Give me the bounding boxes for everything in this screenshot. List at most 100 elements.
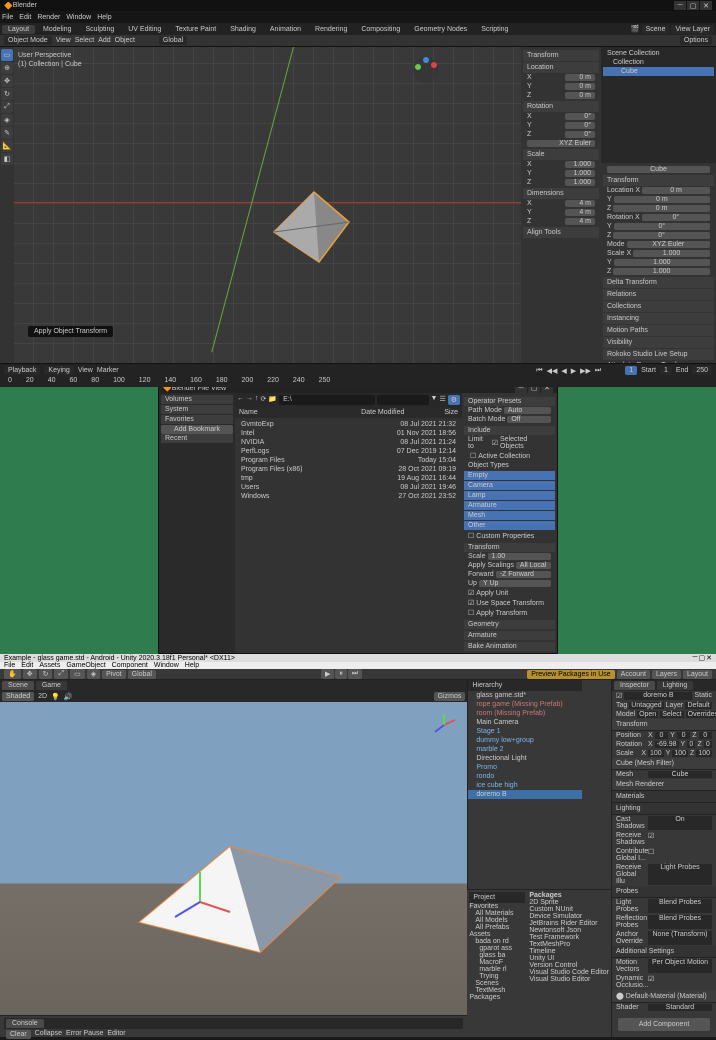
nav-gizmo[interactable] <box>411 55 441 85</box>
col-date[interactable]: Date Modified <box>361 409 404 416</box>
next-key-icon[interactable]: ▶▶ <box>580 367 591 375</box>
props-delta[interactable]: Delta Transform <box>603 277 714 288</box>
proj-folder[interactable]: glass ba <box>469 952 525 959</box>
pkg-item[interactable]: JetBrains Rider Editor <box>529 920 609 927</box>
pkg-item[interactable]: TextMeshPro <box>529 941 609 948</box>
tag-val[interactable]: Untagged <box>629 702 663 709</box>
hier-item[interactable]: marble 2 <box>468 745 582 754</box>
u-file[interactable]: File <box>4 662 15 669</box>
tl-view[interactable]: View <box>78 367 93 374</box>
insp-meshfilter[interactable]: Cube (Mesh Filter) <box>612 758 716 770</box>
u-component[interactable]: Component <box>112 662 148 669</box>
audio-icon[interactable]: 🔊 <box>64 693 73 701</box>
props-motion[interactable]: Motion Paths <box>603 325 714 336</box>
tab-animation[interactable]: Animation <box>264 25 307 34</box>
header-object[interactable]: Object <box>115 37 135 44</box>
pkg-item[interactable]: 2D Sprite <box>529 899 609 906</box>
props-visibility[interactable]: Visibility <box>603 337 714 348</box>
rot-y-value[interactable]: 0° <box>565 122 595 129</box>
menu-help[interactable]: Help <box>97 14 111 21</box>
step-icon[interactable]: ⏭ <box>348 669 362 679</box>
tl-start-val[interactable]: 1 <box>660 366 672 375</box>
rp-val[interactable]: Blend Probes <box>648 915 712 929</box>
hier-item[interactable]: room (Missing Prefab) <box>468 709 582 718</box>
forward-val[interactable]: -Z Forward <box>496 571 551 578</box>
file-row[interactable]: GvmtoExp08 Jul 2021 21:32 <box>237 420 460 429</box>
props-rokoko[interactable]: Rokoko Studio Live Setup <box>603 349 714 360</box>
tab-modeling[interactable]: Modeling <box>37 25 77 34</box>
usespace-check[interactable]: ☑ <box>468 599 474 607</box>
cursor-tool-icon[interactable]: ⊕ <box>1 62 13 74</box>
nav-refresh-icon[interactable]: ⟳ <box>261 395 267 405</box>
shader-val[interactable]: Standard <box>648 1004 712 1011</box>
col-size[interactable]: Size <box>444 409 458 416</box>
custom-check[interactable]: ☐ <box>468 532 474 540</box>
fb-favorites[interactable]: Favorites <box>161 415 233 424</box>
type-camera[interactable]: Camera <box>464 481 555 490</box>
pkg-item[interactable]: Timeline <box>529 948 609 955</box>
maximize-button[interactable]: ▢ <box>687 1 699 10</box>
do-check[interactable]: ☑ <box>648 975 654 989</box>
scale-y-value[interactable]: 1.000 <box>565 170 595 177</box>
aligntools-header[interactable]: Align Tools <box>523 227 599 238</box>
nav-newfolder-icon[interactable]: 📁 <box>268 395 277 405</box>
u-min[interactable]: ─ <box>693 654 698 662</box>
activecoll-check[interactable]: ☐ <box>470 452 476 460</box>
props-instancing[interactable]: Instancing <box>603 313 714 324</box>
transform-tool-icon[interactable]: ◈ <box>87 669 100 679</box>
proj-favorites[interactable]: Favorites <box>469 903 525 910</box>
type-other[interactable]: Other <box>464 521 555 530</box>
menu-render[interactable]: Render <box>37 14 60 21</box>
rect-tool-icon[interactable]: ▭ <box>70 669 85 679</box>
proj-allmod[interactable]: All Models <box>469 917 525 924</box>
p-scalex[interactable]: 1.000 <box>633 250 710 257</box>
tab-texture[interactable]: Texture Paint <box>169 25 222 34</box>
close-button[interactable]: ✕ <box>700 1 712 10</box>
tab-inspector[interactable]: Inspector <box>614 681 655 690</box>
hier-item[interactable]: dummy low+group <box>468 736 582 745</box>
fb-volumes[interactable]: Volumes <box>161 395 233 404</box>
scale-tool-icon[interactable]: ⤢ <box>1 101 13 113</box>
recvgi-val[interactable]: Light Probes <box>648 864 712 885</box>
proj-folder[interactable]: Scenes <box>469 980 525 987</box>
dim-x-value[interactable]: 4 m <box>565 200 595 207</box>
obj-name[interactable]: doremo B <box>624 692 692 700</box>
scl-x[interactable]: 100 <box>648 750 664 757</box>
fb-add-bookmark[interactable]: Add Bookmark <box>161 425 233 434</box>
move-tool-icon[interactable]: ✥ <box>23 669 37 679</box>
file-row[interactable]: Windows27 Oct 2021 23:52 <box>237 492 460 501</box>
u-max[interactable]: ▢ <box>699 654 706 662</box>
console-errorpause[interactable]: Error Pause <box>66 1030 103 1039</box>
pos-y[interactable]: 0 <box>677 732 690 739</box>
scale-x-value[interactable]: 1.000 <box>565 161 595 168</box>
u-window[interactable]: Window <box>154 662 179 669</box>
hier-item[interactable]: rope game (Missing Prefab) <box>468 700 582 709</box>
tl-ruler[interactable]: 020406080100120140160180200220240250 <box>0 377 716 384</box>
tab-layout[interactable]: Layout <box>2 25 35 34</box>
proj-folder[interactable]: MacroF <box>469 959 525 966</box>
pkg-item[interactable]: Version Control <box>529 962 609 969</box>
scl-z[interactable]: 100 <box>696 750 712 757</box>
nav-back-icon[interactable]: ← <box>237 395 244 405</box>
options-dropdown[interactable]: Options <box>680 36 712 45</box>
filter-icon[interactable]: ▼ <box>431 395 438 405</box>
view-list-icon[interactable]: ☰ <box>439 395 445 405</box>
2d-toggle-icon[interactable]: 2D <box>38 693 47 700</box>
play-icon[interactable]: ▶ <box>571 367 576 375</box>
annotate-tool-icon[interactable]: ✎ <box>1 127 13 139</box>
pos-z[interactable]: 0 <box>699 732 712 739</box>
applyunit-check[interactable]: ☑ <box>468 589 474 597</box>
hier-item[interactable]: ice cube high <box>468 781 582 790</box>
pkg-item[interactable]: Unity UI <box>529 955 609 962</box>
header-view[interactable]: View <box>56 37 71 44</box>
presets-header[interactable]: Operator Presets <box>464 397 555 406</box>
tab-rendering[interactable]: Rendering <box>309 25 353 34</box>
console-collapse[interactable]: Collapse <box>35 1030 62 1039</box>
tab-geonodes[interactable]: Geometry Nodes <box>408 25 473 34</box>
mv-val[interactable]: Per Object Motion <box>648 959 712 973</box>
outliner-scene[interactable]: Scene Collection <box>603 49 714 58</box>
proj-folder[interactable]: marble rl <box>469 966 525 973</box>
settings-icon[interactable]: ⚙ <box>448 395 460 405</box>
insp-materials[interactable]: Materials <box>612 791 716 803</box>
file-row[interactable]: Users08 Jul 2021 19:46 <box>237 483 460 492</box>
